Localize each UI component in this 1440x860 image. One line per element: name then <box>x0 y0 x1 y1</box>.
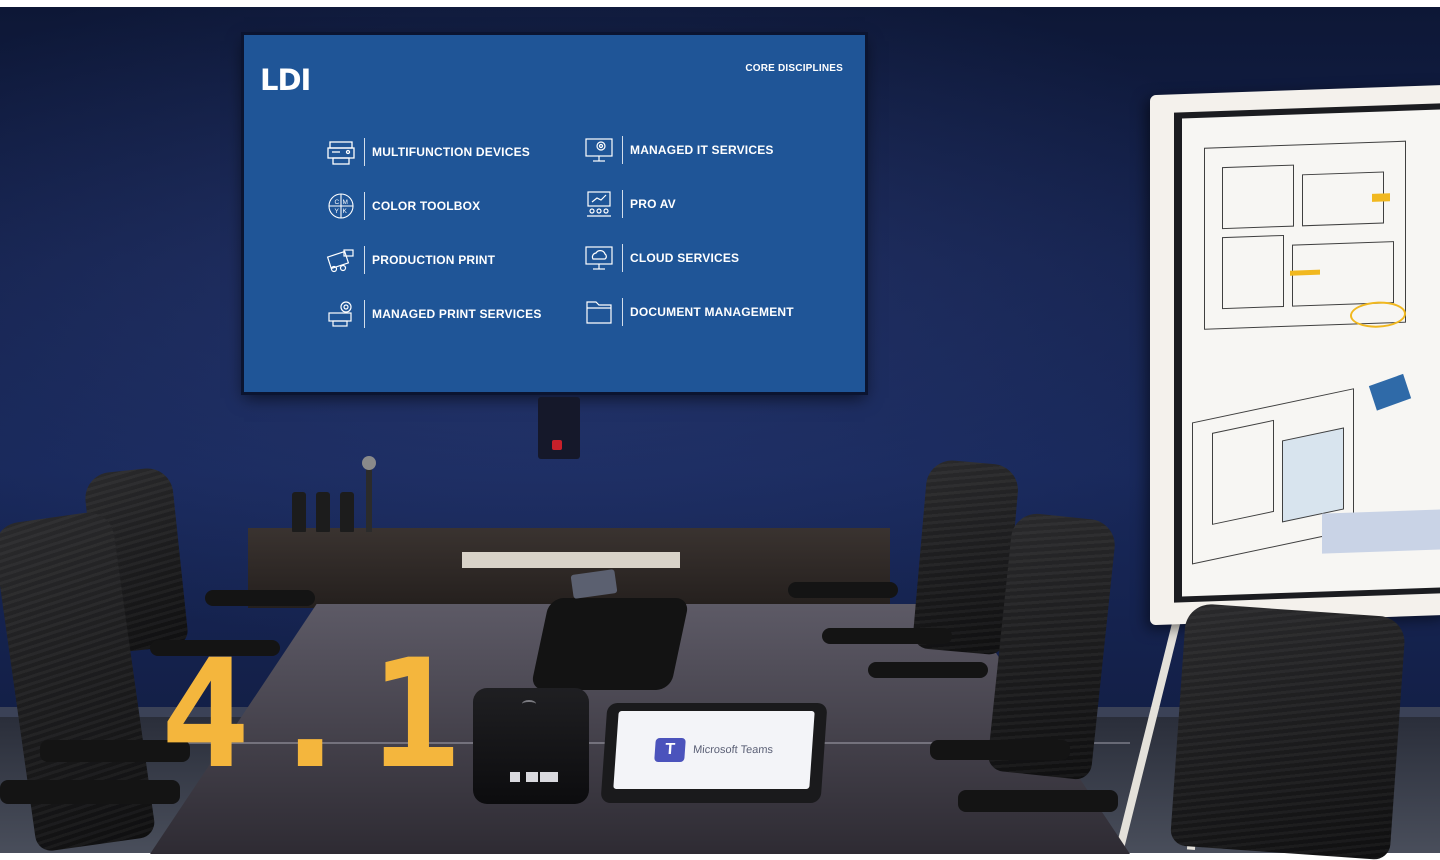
divider <box>364 192 365 220</box>
discipline-label: MANAGED IT SERVICES <box>630 143 774 157</box>
chair-armrest <box>930 740 1070 760</box>
chair-armrest <box>788 582 898 598</box>
microsoft-teams-icon: T <box>654 738 686 762</box>
overlay-number-left: 4 <box>160 628 251 802</box>
mount-indicator-light <box>552 440 562 450</box>
building-window <box>1282 427 1344 523</box>
discipline-managed-it-services: MANAGED IT SERVICES <box>582 133 774 167</box>
discipline-label: CLOUD SERVICES <box>630 251 740 265</box>
production-printer-icon <box>324 245 358 275</box>
discipline-label: PRODUCTION PRINT <box>372 253 496 267</box>
svg-text:M: M <box>343 199 348 206</box>
discipline-multifunction-devices: MULTIFUNCTION DEVICES <box>324 135 530 169</box>
discipline-label: MANAGED PRINT SERVICES <box>372 307 542 321</box>
discipline-managed-print-services: MANAGED PRINT SERVICES <box>324 297 542 331</box>
highlight <box>1372 193 1390 202</box>
chair-armrest <box>0 780 180 804</box>
cloud-monitor-icon <box>582 243 616 273</box>
print-gear-icon <box>324 299 358 329</box>
divider <box>364 138 365 166</box>
bottle <box>340 492 354 532</box>
printer-icon <box>324 137 358 167</box>
chair-armrest <box>958 790 1118 812</box>
teams-app-label: Microsoft Teams <box>692 744 774 756</box>
discipline-label: DOCUMENT MANAGEMENT <box>630 305 794 319</box>
divider <box>622 136 623 164</box>
discipline-cloud-services: CLOUD SERVICES <box>582 241 739 275</box>
svg-text:C: C <box>335 199 340 206</box>
discipline-label: MULTIFUNCTION DEVICES <box>372 145 530 159</box>
overlay-dot: . <box>265 628 356 802</box>
presentation-icon <box>582 189 616 219</box>
credenza-shelf <box>462 552 680 568</box>
desk-phone <box>530 598 690 690</box>
highlight <box>1290 269 1320 276</box>
discipline-pro-av: PRO AV <box>582 187 676 221</box>
monitor-gear-icon <box>582 135 616 165</box>
divider <box>622 298 623 326</box>
chair-armrest <box>868 662 988 678</box>
highlight-circle <box>1350 300 1406 329</box>
divider <box>364 300 365 328</box>
cmyk-icon: C M Y K <box>324 191 358 221</box>
discipline-document-management: DOCUMENT MANAGEMENT <box>582 295 794 329</box>
discipline-label: COLOR TOOLBOX <box>372 199 481 213</box>
discipline-production-print: PRODUCTION PRINT <box>324 243 495 277</box>
hub-port <box>510 772 520 782</box>
office-chair <box>1169 602 1407 860</box>
divider <box>364 246 365 274</box>
divider <box>622 244 623 272</box>
hub-port <box>526 772 538 782</box>
pool <box>1322 509 1440 554</box>
wall-tv-screen: LDI CORE DISCIPLINES MULTIFUNCTION DEVIC… <box>244 35 865 392</box>
discipline-label: PRO AV <box>630 197 676 211</box>
svg-text:Y: Y <box>335 208 340 215</box>
tablet-screen[interactable]: T Microsoft Teams <box>613 711 815 789</box>
3d-model <box>1368 373 1412 411</box>
ldi-logo: LDI <box>260 63 311 97</box>
overlay-number-right: 1 <box>370 628 461 802</box>
folder-icon <box>582 297 616 327</box>
hp-logo-icon <box>522 700 536 708</box>
discipline-color-toolbox: C M Y K COLOR TOOLBOX <box>324 189 480 223</box>
divider <box>622 190 623 218</box>
floor-plan-room <box>1222 164 1294 230</box>
hub-port <box>540 772 558 782</box>
floor-plan-room <box>1222 234 1284 310</box>
microphone <box>362 456 376 470</box>
bottle <box>316 492 330 532</box>
architectural-sketch <box>1182 109 1440 597</box>
svg-text:K: K <box>343 208 348 215</box>
chair-armrest <box>205 590 315 606</box>
tv-heading: CORE DISCIPLINES <box>745 63 843 74</box>
chair-armrest <box>822 628 952 644</box>
bottle <box>292 492 306 532</box>
building-window <box>1212 419 1274 525</box>
microphone-stand <box>366 462 372 532</box>
